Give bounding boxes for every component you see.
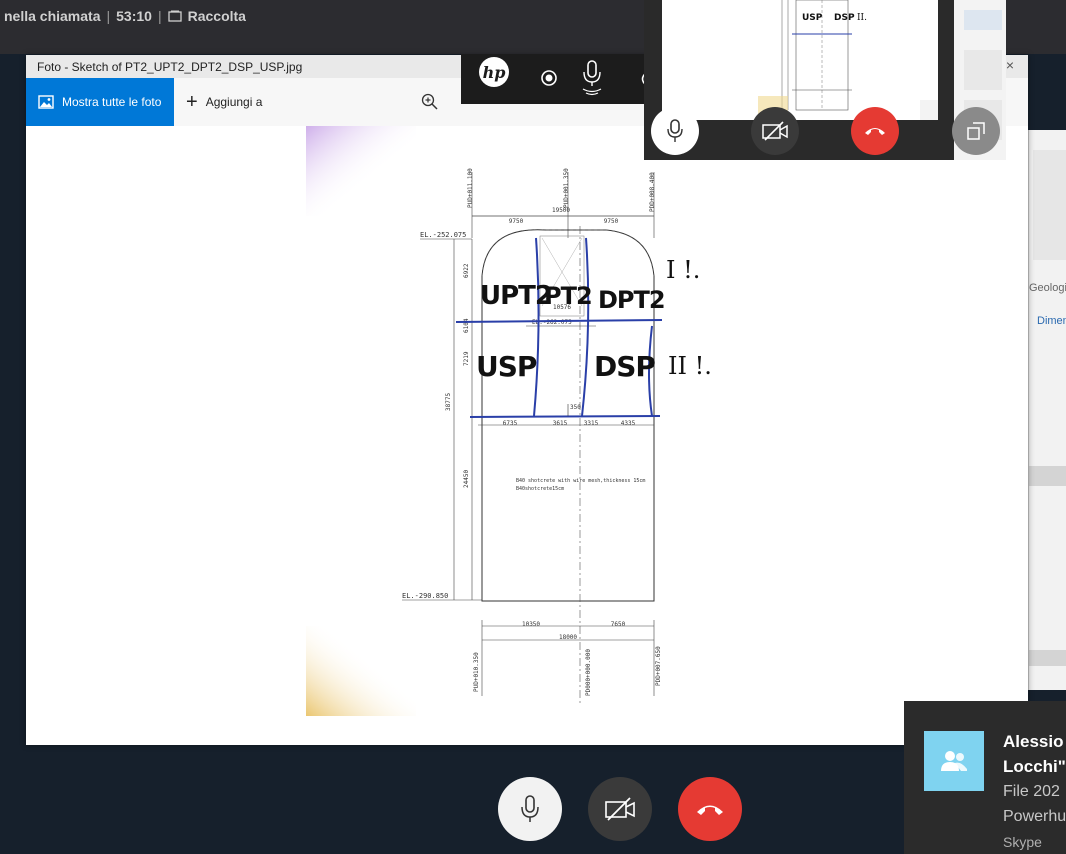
toast-sender: Alessio Locchi" — [1003, 729, 1066, 779]
photos-icon — [38, 95, 54, 109]
preview-video-button[interactable] — [751, 107, 799, 155]
vertical-dim: 7219 — [463, 351, 470, 366]
shotcrete-note: B40 shotcrete with wire mesh,thickness 1… — [516, 478, 645, 484]
label-phase-1: I !. — [666, 256, 700, 284]
notification-toast[interactable]: Alessio Locchi" File 202 Powerhu Skype — [904, 701, 1066, 854]
mid-dim: 3615 — [553, 420, 568, 427]
shared-screen-thumbnail: USP DSP II. — [662, 0, 938, 120]
elevation-top: EL.-252.075 — [420, 231, 466, 239]
contacts-icon — [924, 731, 984, 791]
inner-dim: 350 — [570, 404, 581, 411]
toast-message-line: File 202 — [1003, 783, 1060, 800]
background-block — [1033, 150, 1066, 260]
call-preview-window: USP DSP II. — [644, 0, 1006, 160]
background-app-panel: Geologi Dimen — [1028, 130, 1066, 690]
chainage-top-mid: PUD+001.350 — [563, 168, 570, 208]
chainage-top-right: PDD+008.400 — [649, 172, 656, 212]
vertical-dim: 6104 — [463, 318, 470, 333]
bottom-dim: 7650 — [611, 621, 626, 628]
hang-up-button[interactable] — [678, 777, 742, 841]
call-status: nella chiamata | 53:10 | Raccolta — [4, 8, 246, 24]
vertical-dim: 24450 — [463, 470, 470, 488]
label-pt2: PT2 — [544, 282, 592, 310]
preview-label-phase: II. — [857, 13, 867, 23]
chainage-bottom-left: PUD+010.350 — [473, 652, 480, 692]
shotcrete-note: B40shotcrete15cm — [516, 486, 564, 492]
dim-top-total: 19500 — [552, 207, 570, 214]
toast-sender-line: Alessio — [1003, 732, 1064, 751]
chainage-bottom-right: PDD+007.650 — [655, 646, 662, 686]
label-phase-2: II !. — [668, 352, 712, 380]
elevation-bottom: EL.-290.850 — [402, 592, 448, 600]
preview-label-usp: USP — [802, 13, 823, 23]
background-label-2: Dimen — [1037, 315, 1066, 327]
toast-message-line: Powerhu — [1003, 808, 1066, 825]
mid-dim: 6735 — [503, 420, 518, 427]
vertical-dim: 38775 — [445, 393, 452, 411]
preview-mute-button[interactable] — [651, 107, 699, 155]
preview-hang-up-button[interactable] — [851, 107, 899, 155]
toast-app-name: Skype — [1003, 834, 1042, 850]
toast-sender-line: Locchi" — [1003, 757, 1066, 776]
collection-label[interactable]: Raccolta — [188, 8, 246, 24]
close-icon[interactable]: × — [1006, 57, 1014, 73]
mid-dim: 3315 — [584, 420, 599, 427]
hp-overlay-bar: hp — [461, 54, 647, 104]
preview-label-dsp: DSP — [834, 13, 855, 23]
separator: | — [106, 8, 111, 24]
record-icon[interactable] — [541, 70, 557, 86]
vertical-dim: 6922 — [463, 263, 470, 278]
zoom-in-icon[interactable] — [420, 92, 440, 112]
toast-message: File 202 Powerhu — [1003, 779, 1066, 829]
photos-window-title: Foto - Sketch of PT2_UPT2_DPT2_DSP_USP.j… — [37, 59, 303, 74]
microphone-icon[interactable] — [577, 58, 607, 98]
tunnel-sketch-image: PUD+011.100 PUD+001.350 PDD+008.400 1950… — [306, 126, 762, 716]
collection-icon — [167, 10, 182, 22]
chainage-top-left: PUD+011.100 — [467, 168, 474, 208]
background-block — [1029, 466, 1066, 486]
show-all-photos-button[interactable]: Mostra tutte le foto — [26, 78, 174, 126]
label-upt2: UPT2 — [480, 281, 552, 311]
plus-icon: + — [186, 91, 198, 113]
dim-top-right: 9750 — [604, 218, 619, 225]
video-toggle-button[interactable] — [588, 777, 652, 841]
chainage-bottom-mid: PD000+000.000 — [585, 649, 592, 696]
label-dsp: DSP — [594, 350, 655, 383]
label-dpt2: DPT2 — [598, 286, 665, 314]
background-block — [1029, 650, 1066, 666]
add-to-label: Aggiungi a — [205, 95, 263, 109]
dim-top-left: 9750 — [509, 218, 524, 225]
add-to-button[interactable]: + Aggiungi a — [186, 78, 262, 126]
photo-canvas: PUD+011.100 PUD+001.350 PDD+008.400 1950… — [26, 126, 1028, 745]
bottom-dim-total: 18000 — [559, 634, 577, 641]
bottom-dim: 10350 — [522, 621, 540, 628]
call-status-label: nella chiamata — [4, 8, 101, 24]
hp-logo: hp — [479, 57, 509, 87]
call-timer: 53:10 — [116, 8, 152, 24]
separator: | — [157, 8, 162, 24]
label-usp: USP — [476, 350, 537, 383]
mid-dim: 4335 — [621, 420, 636, 427]
show-all-photos-label: Mostra tutte le foto — [62, 95, 162, 109]
background-label-1: Geologi — [1029, 282, 1066, 294]
pop-out-icon[interactable] — [952, 107, 1000, 155]
mute-button[interactable] — [498, 777, 562, 841]
